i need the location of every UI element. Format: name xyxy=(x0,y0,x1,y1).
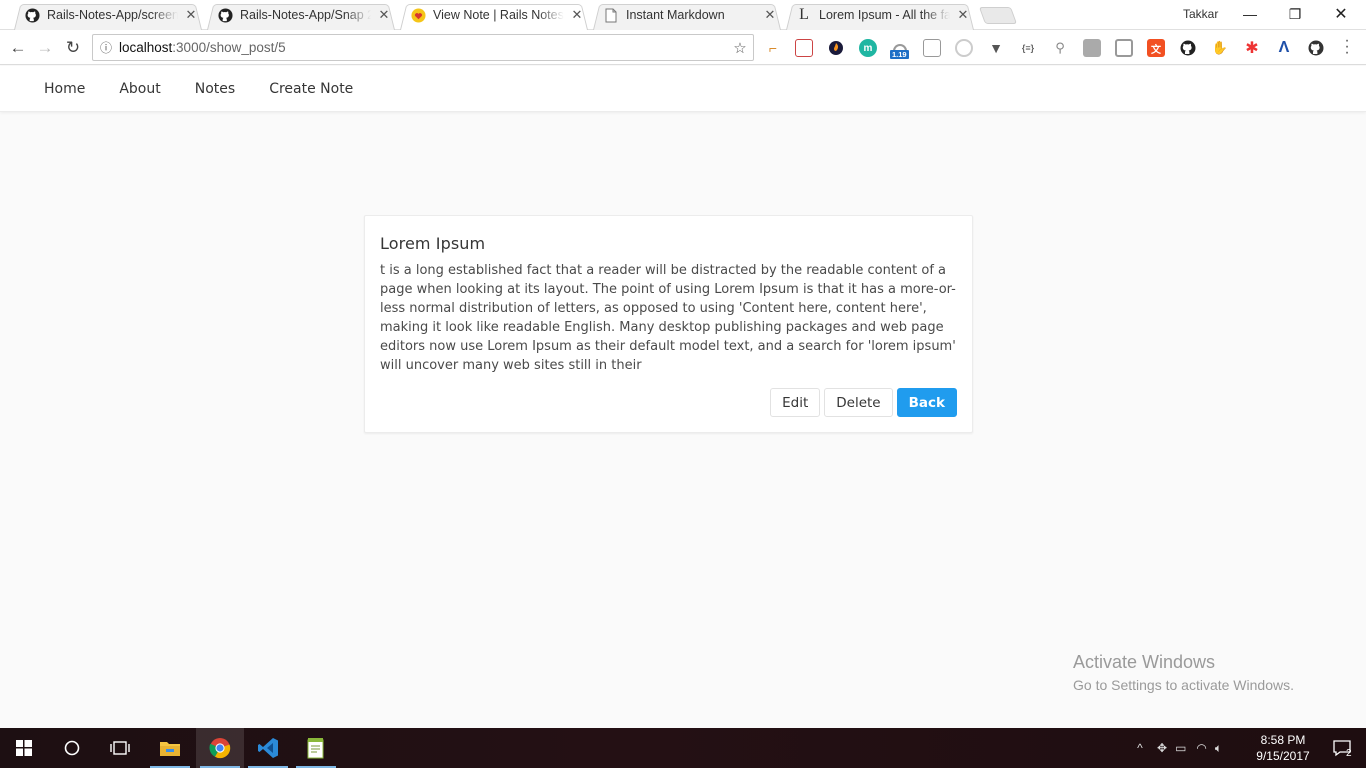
new-tab-button[interactable] xyxy=(978,7,1018,24)
nav-create-note-link[interactable]: Create Note xyxy=(252,81,370,97)
tab-title: Instant Markdown xyxy=(626,8,725,22)
task-view-icon[interactable] xyxy=(96,728,144,768)
watermark-subtitle: Go to Settings to activate Windows. xyxy=(1073,677,1294,693)
wifi-icon[interactable]: ◠ xyxy=(1196,741,1206,755)
close-icon[interactable]: ✕ xyxy=(956,8,970,22)
forward-arrow-icon[interactable]: → xyxy=(33,36,57,60)
system-tray: ^ ✥ ▭ ◠ 🔈︎ xyxy=(1133,728,1222,768)
clock-time: 8:58 PM xyxy=(1260,733,1306,747)
extension-json-icon[interactable]: {≡} xyxy=(1019,39,1037,57)
notepad-plus-icon[interactable] xyxy=(292,728,340,768)
extension-window-icon[interactable] xyxy=(795,39,813,57)
tab-title: View Note | Rails Notes A xyxy=(433,8,564,22)
activate-windows-watermark: Activate Windows Go to Settings to activ… xyxy=(1073,652,1294,693)
back-arrow-icon[interactable]: ← xyxy=(6,36,30,60)
browser-tab[interactable]: Instant Markdown ✕ xyxy=(589,0,785,30)
window-close-icon[interactable]: ✕ xyxy=(1318,0,1364,28)
page-content: Home About Notes Create Note Lorem Ipsum… xyxy=(0,66,1366,728)
extension-vee-icon[interactable]: ▼ xyxy=(987,39,1005,57)
lorem-ipsum-logo-icon: L xyxy=(799,6,809,23)
tab-title: Lorem Ipsum - All the fac xyxy=(819,8,950,22)
extension-lambda-icon[interactable]: Λ xyxy=(1275,39,1293,57)
nav-home-link[interactable]: Home xyxy=(27,81,102,97)
extension-search-icon[interactable]: ⚲ xyxy=(1051,39,1069,57)
extension-grey-icon[interactable] xyxy=(1083,39,1101,57)
note-title: Lorem Ipsum xyxy=(380,234,486,253)
document-icon xyxy=(603,7,619,23)
minimize-icon[interactable]: — xyxy=(1227,0,1273,28)
app-navbar: Home About Notes Create Note xyxy=(0,66,1366,112)
close-icon[interactable]: ✕ xyxy=(377,8,391,22)
address-bar[interactable]: ⓘ localhost:3000/show_post/5 ☆ xyxy=(92,34,754,61)
nav-about-link[interactable]: About xyxy=(102,81,177,97)
close-icon[interactable]: ✕ xyxy=(763,8,777,22)
close-icon[interactable]: ✕ xyxy=(184,8,198,22)
extension-speed-icon[interactable]: 1.19 xyxy=(890,39,909,59)
profile-name[interactable]: Takkar xyxy=(1183,7,1218,21)
extension-box-icon[interactable] xyxy=(923,39,941,57)
reload-icon[interactable]: ↻ xyxy=(61,36,85,60)
chrome-menu-icon[interactable]: · · · xyxy=(1342,33,1352,61)
dropbox-icon[interactable]: ✥ xyxy=(1157,741,1167,755)
note-actions: Edit Delete Back xyxy=(770,388,957,417)
browser-toolbar: ← → ↻ ⓘ localhost:3000/show_post/5 ☆ ⌐ m… xyxy=(0,30,1366,65)
file-explorer-icon[interactable] xyxy=(146,728,194,768)
note-card: Lorem Ipsum t is a long established fact… xyxy=(364,215,973,433)
info-icon[interactable]: ⓘ xyxy=(93,39,119,56)
nav-notes-link[interactable]: Notes xyxy=(178,81,252,97)
battery-icon[interactable]: ▭ xyxy=(1175,741,1186,755)
action-center-icon[interactable]: 2 xyxy=(1318,728,1366,768)
extension-flame-icon[interactable] xyxy=(827,39,845,57)
tab-title: Rails-Notes-App/screens xyxy=(47,8,178,22)
chrome-taskbar-icon[interactable] xyxy=(196,728,244,768)
edit-button[interactable]: Edit xyxy=(770,388,821,417)
watermark-title: Activate Windows xyxy=(1073,652,1216,672)
delete-button[interactable]: Delete xyxy=(824,388,893,417)
back-button[interactable]: Back xyxy=(896,388,957,417)
extension-hand-icon[interactable]: ✋ xyxy=(1211,39,1229,57)
extension-badge: 1.19 xyxy=(890,50,909,59)
browser-tab[interactable]: Rails-Notes-App/Snap 20 ✕ xyxy=(203,0,399,30)
github-icon xyxy=(24,7,40,23)
windows-taskbar: ^ ✥ ▭ ◠ 🔈︎ 8:58 PM 9/15/2017 2 xyxy=(0,728,1366,768)
github-icon[interactable] xyxy=(1179,39,1197,57)
heart-favicon-icon xyxy=(410,7,426,23)
browser-tab[interactable]: Rails-Notes-App/screens ✕ xyxy=(10,0,206,30)
extension-square-icon[interactable] xyxy=(1115,39,1133,57)
restore-icon[interactable]: ❐ xyxy=(1272,0,1318,28)
windows-start-icon[interactable] xyxy=(0,728,48,768)
bookmark-star-icon[interactable]: ☆ xyxy=(727,39,753,57)
note-body: t is a long established fact that a read… xyxy=(380,263,956,373)
vscode-icon[interactable] xyxy=(244,728,292,768)
browser-tab-strip: Rails-Notes-App/screens ✕ Rails-Notes-Ap… xyxy=(0,0,1366,30)
github-icon[interactable] xyxy=(1307,39,1325,57)
extension-circle-icon[interactable] xyxy=(955,39,973,57)
cortana-search-icon[interactable] xyxy=(48,728,96,768)
browser-tab-active[interactable]: View Note | Rails Notes A ✕ xyxy=(396,0,592,30)
clock-date: 9/15/2017 xyxy=(1256,749,1310,763)
github-icon xyxy=(217,7,233,23)
url-text[interactable]: localhost:3000/show_post/5 xyxy=(119,40,727,55)
notification-count: 2 xyxy=(1346,748,1352,759)
taskbar-clock[interactable]: 8:58 PM 9/15/2017 xyxy=(1250,732,1316,764)
extension-translate-icon[interactable]: 文 xyxy=(1147,39,1165,57)
extension-m-icon[interactable]: m xyxy=(859,39,877,57)
close-icon[interactable]: ✕ xyxy=(570,8,584,22)
chevron-up-icon[interactable]: ^ xyxy=(1133,741,1147,755)
volume-icon[interactable]: 🔈︎ xyxy=(1215,741,1222,756)
tab-title: Rails-Notes-App/Snap 20 xyxy=(240,8,371,22)
browser-tab[interactable]: L Lorem Ipsum - All the fac ✕ xyxy=(782,0,978,30)
extension-asterisk-icon[interactable]: ✱ xyxy=(1243,39,1261,57)
extension-rss-icon[interactable]: ⌐ xyxy=(764,39,782,57)
